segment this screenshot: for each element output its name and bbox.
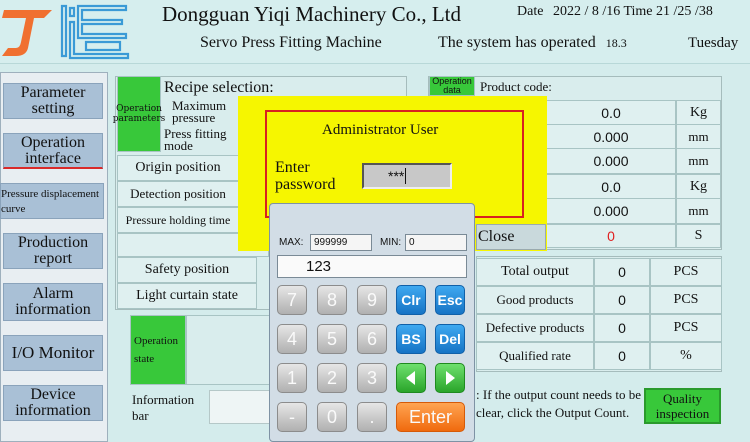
information-bar: [209, 390, 271, 424]
key-5[interactable]: 5: [317, 324, 347, 354]
recipe-row-light-curtain-state: Light curtain state: [117, 283, 257, 309]
nav-pressure-displacement-curve[interactable]: Pressure displacement curve: [0, 183, 104, 219]
data-value-displacement: 0.000: [546, 124, 676, 150]
operation-state-area: [186, 315, 270, 385]
password-value: ***: [388, 168, 405, 184]
key-2[interactable]: 2: [317, 363, 347, 393]
key-left-arrow[interactable]: [396, 363, 426, 393]
operation-time: The system has operated 18.3: [438, 34, 627, 52]
key-minus[interactable]: -: [277, 402, 307, 432]
machine-title: Servo Press Fitting Machine: [200, 34, 382, 51]
nav-io-monitor[interactable]: I/O Monitor: [3, 335, 103, 371]
key-clear[interactable]: Clr: [396, 285, 426, 315]
weekday: Tuesday: [688, 35, 739, 51]
month: 8: [591, 4, 599, 19]
key-escape[interactable]: Esc: [435, 285, 465, 315]
nav-operation-interface[interactable]: Operation interface: [3, 133, 103, 169]
enter-password-label: Enter password: [275, 159, 336, 193]
key-dot[interactable]: .: [357, 402, 387, 432]
datetime-display: Date 2022 / 8 /16 Time 21 /25 /38: [517, 4, 713, 19]
recipe-row-pressure-holding-time: Pressure holding time: [117, 207, 239, 233]
data-value-final-pressure: 0.0: [546, 174, 676, 200]
operated-label: The system has operated: [438, 34, 596, 51]
data-unit-origin: mm: [676, 148, 721, 174]
information-bar-label: Information bar: [132, 392, 195, 423]
total-output-value: 0: [594, 258, 650, 286]
recipe-title[interactable]: Recipe selection:: [164, 79, 274, 97]
qualified-rate-value: 0: [594, 342, 650, 370]
recipe-row-maximum-pressure: Maximum pressure: [172, 98, 227, 125]
data-unit-holding-time: S: [676, 224, 721, 248]
date-label: Date: [517, 4, 544, 19]
text-cursor: [405, 168, 407, 184]
keypad-display: 123: [277, 255, 467, 278]
key-6[interactable]: 6: [357, 324, 387, 354]
password-input[interactable]: ***: [362, 163, 452, 189]
right-arrow-icon: [446, 371, 455, 385]
recipe-row-detection-position: Detection position: [117, 181, 239, 207]
left-arrow-icon: [406, 371, 415, 385]
data-value-origin: 0.000: [546, 148, 676, 174]
defective-products-value: 0: [594, 314, 650, 342]
qualified-rate-unit: %: [650, 342, 722, 370]
data-value-final-position: 0.000: [546, 198, 676, 224]
year: 2022: [552, 4, 581, 19]
data-unit-pressure: Kg: [676, 100, 721, 126]
key-7[interactable]: 7: [277, 285, 307, 315]
key-enter[interactable]: Enter: [396, 402, 465, 432]
keypad-min-value: 0: [405, 234, 467, 251]
key-4[interactable]: 4: [277, 324, 307, 354]
recipe-row-press-fitting-mode: Press fitting mode: [164, 126, 227, 153]
keypad-max-label: MAX:: [279, 237, 304, 248]
operation-state-indicator: Operation state: [130, 315, 186, 385]
data-unit-displacement: mm: [676, 124, 721, 150]
good-products-value: 0: [594, 286, 650, 314]
close-button[interactable]: Close: [476, 224, 546, 250]
company-name: Dongguan Yiqi Machinery Co., Ltd: [162, 2, 462, 26]
operated-value: 18.3: [605, 36, 627, 50]
defective-products-label: Defective products: [476, 314, 594, 342]
keypad-max-value: 999999: [310, 234, 372, 251]
operation-parameters-tag: Operation parameters: [113, 76, 165, 152]
data-value-holding-time: 0: [546, 224, 676, 248]
good-products-unit: PCS: [650, 286, 722, 314]
key-8[interactable]: 8: [317, 285, 347, 315]
nav-parameter-setting[interactable]: Parameter setting: [3, 83, 103, 119]
key-9[interactable]: 9: [357, 285, 387, 315]
sidebar: Parameter setting Operation interface Pr…: [0, 72, 108, 442]
nav-device-information[interactable]: Device information: [3, 385, 103, 421]
second: 38: [698, 4, 713, 19]
minute: 25: [677, 4, 692, 19]
data-unit-final-pressure: Kg: [676, 174, 721, 200]
output-clear-note: : If the output count needs to be clear,…: [476, 387, 641, 420]
key-delete[interactable]: Del: [435, 324, 465, 354]
operation-data-tag: Operation data: [429, 76, 475, 96]
hour: 21: [656, 4, 671, 19]
day: 16: [606, 4, 621, 19]
data-value-pressure: 0.0: [546, 100, 676, 126]
total-output-unit: PCS: [650, 258, 722, 286]
key-0[interactable]: 0: [317, 402, 347, 432]
company-logo: [2, 4, 130, 60]
qualified-rate-label: Qualified rate: [476, 342, 594, 370]
recipe-row-origin-position: Origin position: [117, 155, 239, 181]
admin-title: Administrator User: [322, 122, 439, 138]
key-backspace[interactable]: BS: [396, 324, 426, 354]
key-right-arrow[interactable]: [435, 363, 465, 393]
defective-products-unit: PCS: [650, 314, 722, 342]
recipe-row-safety-position: Safety position: [117, 257, 257, 283]
key-3[interactable]: 3: [357, 363, 387, 393]
total-output-label: Total output: [476, 258, 594, 286]
product-code-label[interactable]: Product code:: [480, 79, 552, 95]
keypad-min-label: MIN:: [380, 237, 402, 248]
time-label: Time: [623, 4, 653, 19]
good-products-label: Good products: [476, 286, 594, 314]
key-1[interactable]: 1: [277, 363, 307, 393]
nav-alarm-information[interactable]: Alarm information: [3, 283, 103, 321]
data-unit-final-position: mm: [676, 198, 721, 224]
nav-production-report[interactable]: Production report: [3, 233, 103, 269]
quality-inspection-button[interactable]: Quality inspection: [644, 388, 721, 424]
